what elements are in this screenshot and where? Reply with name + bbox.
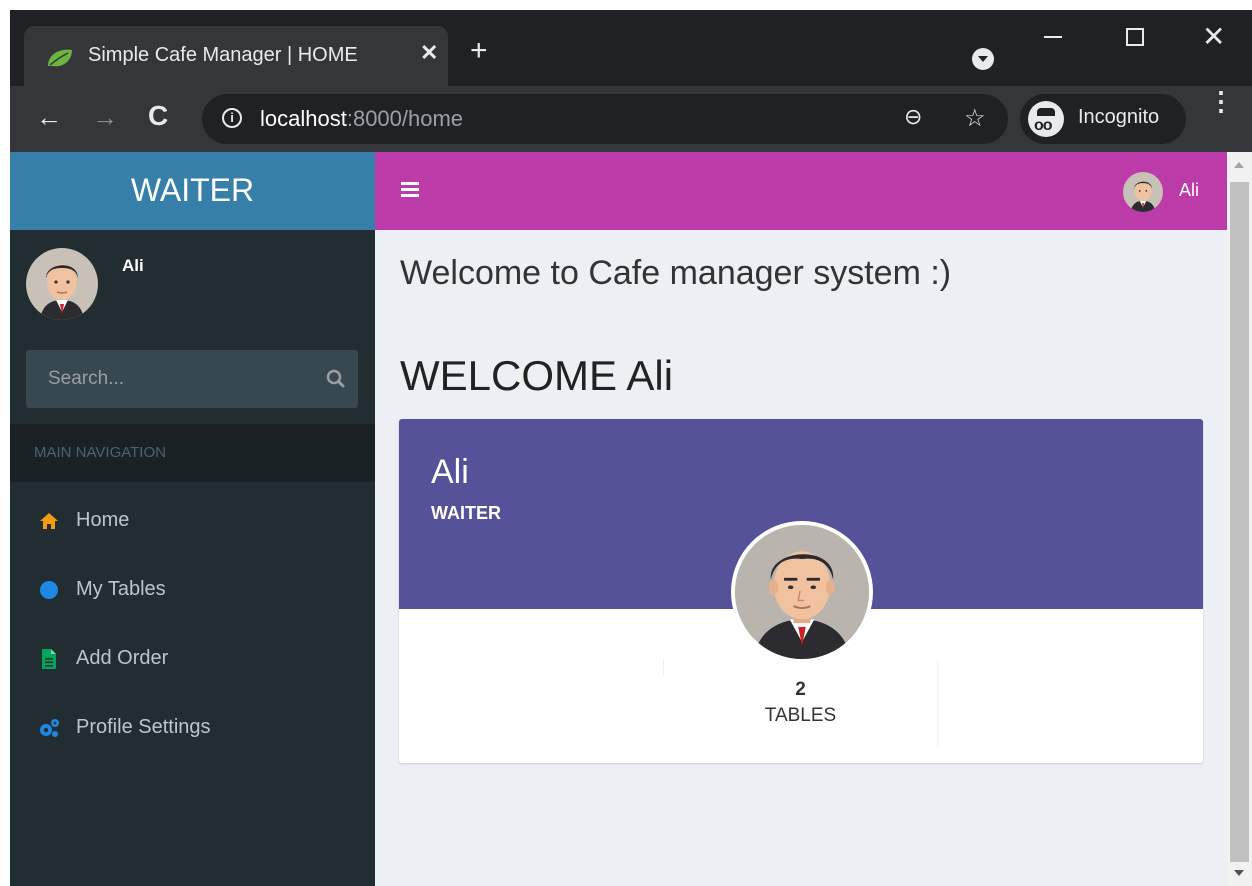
profile-role: WAITER — [431, 503, 501, 523]
sidebar-user-name: Ali — [122, 256, 144, 275]
info-icon[interactable]: i — [222, 108, 242, 128]
scroll-down-icon[interactable] — [1234, 870, 1244, 876]
page-viewport: WAITER Ali Search... MAIN NAVIGATION Hom… — [10, 152, 1252, 886]
home-icon — [40, 513, 58, 529]
sidebar-item-add-order[interactable]: Add Order — [10, 630, 375, 688]
profile-avatar — [731, 521, 873, 663]
sidebar-item-home[interactable]: Home — [10, 492, 375, 550]
tab-strip: Simple Cafe Manager | HOME ✕ + ✕ — [10, 10, 1252, 86]
sidebar-item-my-tables[interactable]: My Tables — [10, 561, 375, 619]
incognito-icon — [1028, 101, 1064, 137]
scroll-up-icon[interactable] — [1234, 162, 1244, 168]
welcome-heading: WELCOME Ali — [400, 352, 674, 399]
user-avatar-icon — [1123, 172, 1163, 212]
search-icon — [326, 369, 345, 388]
browser-toolbar: ← → C i localhost:8000/home ⊖ ☆ Incognit… — [10, 86, 1252, 152]
zoom-icon[interactable]: ⊖ — [904, 104, 922, 130]
tab-search-icon[interactable] — [972, 48, 994, 70]
forward-button[interactable]: → — [92, 102, 118, 133]
stat-divider — [663, 659, 664, 675]
url-path: :8000/home — [346, 106, 464, 131]
maximize-button[interactable] — [1126, 28, 1144, 46]
browser-window: Simple Cafe Manager | HOME ✕ + ✕ ← → C i… — [10, 10, 1252, 886]
tables-label: TABLES — [764, 705, 837, 726]
page-title: Welcome to Cafe manager system :) — [400, 254, 952, 292]
tab-close-icon[interactable]: ✕ — [420, 40, 438, 66]
sidebar-item-label: Profile Settings — [76, 716, 211, 738]
tables-count: 2 — [795, 679, 806, 700]
profile-name: Ali — [431, 453, 469, 491]
reload-button[interactable]: C — [148, 100, 168, 132]
sidebar-avatar — [26, 248, 98, 320]
url-host: localhost — [260, 106, 347, 131]
sidebar-item-profile-settings[interactable]: Profile Settings — [10, 699, 375, 757]
incognito-profile-button[interactable]: Incognito — [1020, 94, 1186, 144]
sidebar-search — [26, 350, 358, 408]
header-avatar[interactable] — [1123, 172, 1163, 212]
url-text[interactable]: localhost:8000/home — [260, 106, 463, 132]
sidebar-item-label: Home — [76, 509, 130, 531]
user-avatar-icon — [735, 525, 869, 659]
address-bar[interactable]: i localhost:8000/home ⊖ ☆ — [202, 94, 1008, 144]
bookmark-star-icon[interactable]: ☆ — [964, 104, 986, 133]
main-navigation-header: MAIN NAVIGATION — [10, 424, 375, 482]
minimize-button[interactable] — [1044, 36, 1062, 38]
sidebar-item-label: Add Order — [76, 647, 169, 669]
tab-title: Simple Cafe Manager | HOME — [88, 44, 358, 66]
profile-card: Ali WAITER 2 TABLES — [399, 419, 1203, 763]
file-icon — [42, 649, 56, 669]
brand-logo[interactable]: WAITER — [10, 152, 375, 230]
browser-menu-icon[interactable]: ⋮ — [1208, 88, 1234, 114]
page-scrollbar[interactable] — [1227, 152, 1252, 886]
incognito-label: Incognito — [1078, 106, 1160, 128]
new-tab-button[interactable]: + — [470, 36, 488, 66]
cogs-icon — [40, 719, 59, 737]
search-button[interactable] — [316, 350, 358, 408]
spring-leaf-icon — [48, 49, 72, 67]
sidebar-toggle-icon[interactable] — [401, 182, 419, 198]
top-navbar: Ali — [375, 152, 1227, 230]
circle-icon — [40, 581, 58, 599]
stat-divider — [937, 659, 938, 747]
browser-tab[interactable]: Simple Cafe Manager | HOME ✕ — [24, 26, 448, 86]
scrollbar-thumb[interactable] — [1230, 182, 1249, 862]
header-user-name[interactable]: Ali — [1179, 180, 1199, 201]
sidebar-item-label: My Tables — [76, 578, 166, 600]
back-button[interactable]: ← — [36, 102, 62, 133]
sidebar: Ali MAIN NAVIGATION Home — [10, 230, 375, 886]
search-input[interactable] — [26, 350, 316, 408]
user-avatar-icon — [26, 248, 98, 320]
close-window-button[interactable]: ✕ — [1202, 20, 1225, 53]
